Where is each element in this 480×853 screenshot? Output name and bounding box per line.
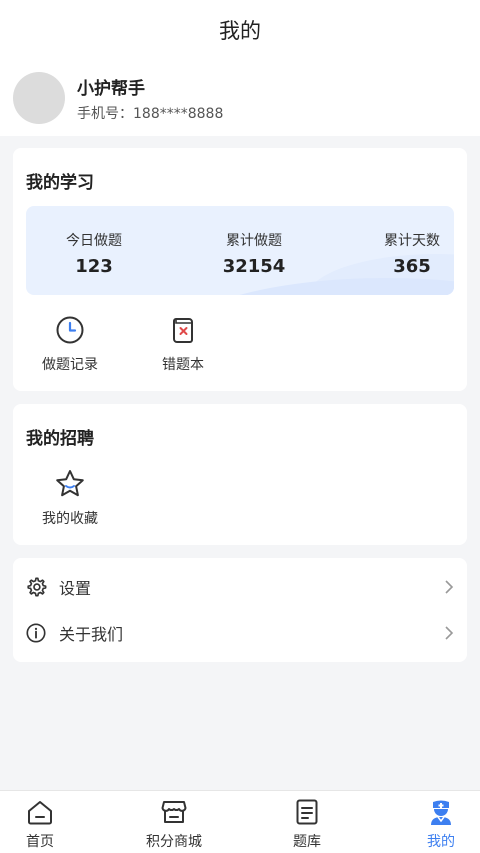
home-icon (25, 797, 55, 827)
tool-label: 错题本 (162, 357, 204, 373)
study-card: 我的学习 今日做题 123 累计做题 32154 累计天数 365 做题记录 错… (13, 148, 467, 391)
chevron-right-icon (441, 625, 457, 641)
tab-label: 首页 (26, 834, 54, 850)
user-phone: 手机号：188****8888 (77, 106, 224, 122)
about-us-label: 关于我们 (59, 625, 124, 644)
tab-mine[interactable]: 我的 (391, 797, 480, 851)
stat-value: 123 (75, 256, 113, 277)
tab-label: 题库 (293, 834, 321, 850)
tab-home[interactable]: 首页 (0, 797, 90, 851)
stats-decoration (176, 278, 454, 295)
nurse-icon (426, 797, 456, 827)
settings-row[interactable]: 设置 (23, 565, 457, 609)
stat-value: 365 (393, 256, 431, 277)
stat-today: 今日做题 123 (46, 230, 142, 277)
profile-section[interactable]: 小护帮手 手机号：188****8888 (0, 60, 480, 136)
info-icon (23, 620, 49, 646)
gear-icon (23, 574, 49, 600)
stats-panel: 今日做题 123 累计做题 32154 累计天数 365 (26, 206, 454, 295)
document-icon (292, 797, 322, 827)
tab-points-mall[interactable]: 积分商城 (124, 797, 224, 851)
study-title: 我的学习 (26, 173, 94, 193)
star-icon (54, 468, 86, 500)
stat-label: 累计做题 (226, 233, 282, 249)
user-name: 小护帮手 (77, 79, 145, 99)
store-icon (159, 797, 189, 827)
avatar[interactable] (13, 72, 65, 124)
about-us-row[interactable]: 关于我们 (23, 611, 457, 655)
stat-label: 累计天数 (384, 233, 440, 249)
my-favorites-button[interactable]: 我的收藏 (25, 468, 115, 528)
recruit-title: 我的招聘 (26, 429, 94, 449)
chevron-right-icon (441, 579, 457, 595)
recruit-card: 我的招聘 我的收藏 (13, 404, 467, 545)
bottom-tab-bar: 首页 积分商城 题库 我的 (0, 790, 480, 853)
page-title: 我的 (219, 19, 261, 43)
wrong-book-button[interactable]: 错题本 (138, 314, 228, 374)
tab-label: 积分商城 (146, 834, 202, 850)
wrong-book-icon (167, 314, 199, 346)
stat-label: 今日做题 (66, 233, 122, 249)
practice-record-button[interactable]: 做题记录 (25, 314, 115, 374)
settings-label: 设置 (59, 579, 92, 598)
page-header: 我的 (0, 0, 480, 60)
tab-question-bank[interactable]: 题库 (257, 797, 357, 851)
tab-label: 我的 (427, 834, 455, 850)
stat-total: 累计做题 32154 (206, 230, 302, 277)
tool-label: 我的收藏 (42, 511, 98, 527)
settings-card: 设置 关于我们 (13, 558, 467, 662)
stat-value: 32154 (222, 256, 286, 277)
clock-icon (54, 314, 86, 346)
tool-label: 做题记录 (42, 357, 98, 373)
stat-days: 累计天数 365 (364, 230, 454, 277)
